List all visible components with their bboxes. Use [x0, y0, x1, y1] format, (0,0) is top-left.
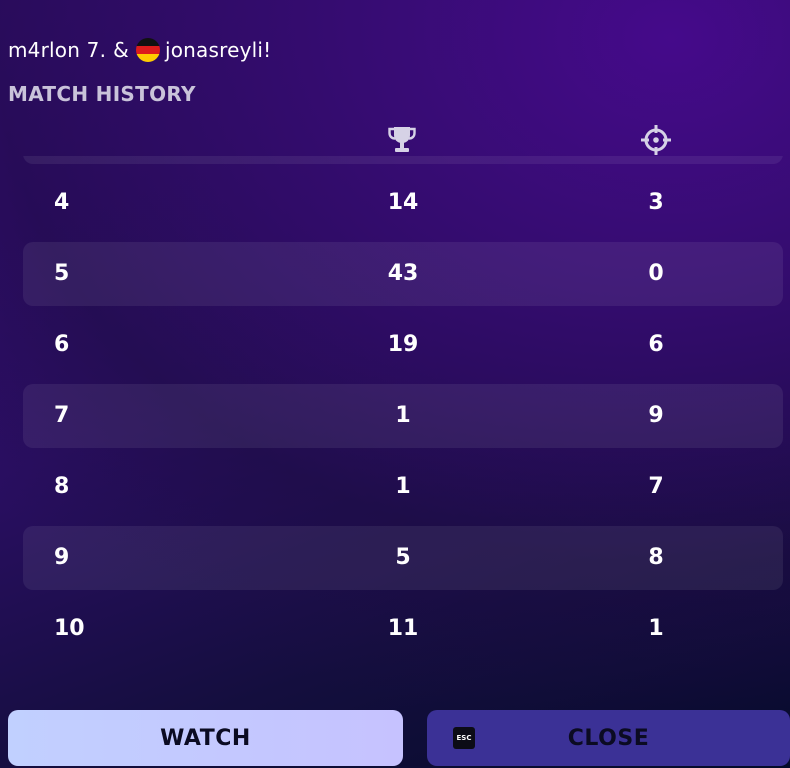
- watch-button-label: WATCH: [160, 725, 251, 751]
- kills-cell: 1: [648, 156, 663, 164]
- esc-key-icon: ESC: [453, 727, 475, 749]
- player2-name: jonasreyli!: [164, 38, 272, 62]
- title-separator: &: [113, 38, 129, 62]
- table-row: 4 14 3: [23, 171, 783, 235]
- kills-cell: 9: [648, 403, 664, 428]
- kills-cell: 1: [648, 616, 664, 641]
- crosshair-icon: [640, 124, 672, 156]
- score-cell: 1: [395, 403, 411, 428]
- round-cell: 10: [54, 616, 85, 641]
- round-cell: 4: [54, 190, 70, 215]
- table-row: 5 43 0: [23, 242, 783, 306]
- trophy-icon: [386, 124, 418, 156]
- table-row: 6 19 6: [23, 313, 783, 377]
- kills-cell: 7: [648, 474, 664, 499]
- score-cell: 19: [387, 332, 419, 357]
- match-history-table[interactable]: 3 31 1 4 14 3 5 43 0 6 19 6 7 1 9 8 1 7: [0, 156, 790, 689]
- match-history-rows: 3 31 1 4 14 3 5 43 0 6 19 6 7 1 9 8 1 7: [0, 156, 790, 668]
- round-cell: 5: [54, 261, 70, 286]
- germany-flag-icon: [135, 38, 160, 62]
- kills-cell: 8: [648, 545, 664, 570]
- round-cell: 7: [54, 403, 70, 428]
- close-button[interactable]: ESC CLOSE: [427, 710, 790, 766]
- table-row: 9 5 8: [23, 526, 783, 590]
- kills-cell: 3: [648, 190, 664, 215]
- score-cell: 14: [387, 190, 419, 215]
- watch-button[interactable]: WATCH: [8, 710, 403, 766]
- table-row: 3 31 1: [23, 156, 783, 164]
- table-row: 10 11 1: [23, 597, 783, 661]
- player1-name: m4rlon 7.: [8, 38, 107, 62]
- round-cell: 3: [54, 156, 69, 164]
- score-cell: 43: [387, 261, 419, 286]
- score-cell: 11: [387, 616, 419, 641]
- kills-cell: 0: [648, 261, 664, 286]
- table-row: 7 1 9: [23, 384, 783, 448]
- kills-cell: 6: [648, 332, 664, 357]
- round-cell: 8: [54, 474, 70, 499]
- section-title: MATCH HISTORY: [8, 82, 196, 106]
- score-cell: 31: [388, 156, 419, 164]
- score-cell: 1: [395, 474, 411, 499]
- round-cell: 6: [54, 332, 70, 357]
- players-title: m4rlon 7. & jonasreyli!: [8, 38, 271, 62]
- round-cell: 9: [54, 545, 70, 570]
- table-row: 8 1 7: [23, 455, 783, 519]
- score-cell: 5: [395, 545, 411, 570]
- close-button-label: CLOSE: [567, 725, 650, 751]
